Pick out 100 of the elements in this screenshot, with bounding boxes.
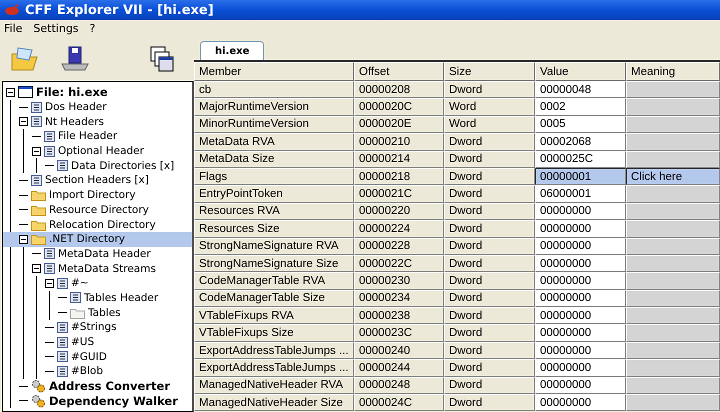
column-header[interactable]: Member <box>194 62 354 81</box>
table-cell[interactable]: 00000000 <box>535 290 626 308</box>
table-cell[interactable] <box>626 98 720 116</box>
folder-icon <box>31 189 46 202</box>
table-cell: 0000023C <box>354 324 444 342</box>
menu-item[interactable]: ? <box>90 22 96 35</box>
tree-item[interactable]: Dependency Walker <box>3 393 192 408</box>
tree-item[interactable]: #~ <box>3 276 192 291</box>
table-cell: Dword <box>444 272 535 290</box>
table-cell[interactable] <box>626 133 720 151</box>
column-header[interactable]: Size <box>444 62 535 81</box>
table-cell: Flags <box>194 168 354 186</box>
table-cell[interactable] <box>626 290 720 308</box>
table-cell[interactable] <box>626 272 720 290</box>
table-cell[interactable]: 00000000 <box>535 342 626 360</box>
tree-item[interactable]: Data Directories [x] <box>3 158 192 174</box>
tree-item[interactable]: #Strings <box>3 320 192 335</box>
collapse-icon[interactable] <box>32 146 41 156</box>
table-cell[interactable] <box>626 324 720 342</box>
tree-item[interactable]: #Blob <box>3 364 192 379</box>
table-cell: 0000022C <box>354 254 444 272</box>
table-cell[interactable]: 00000000 <box>535 254 626 272</box>
table-cell: 00000234 <box>354 290 444 308</box>
table-cell[interactable] <box>626 116 720 134</box>
tree-item[interactable]: File Header <box>3 129 192 144</box>
table-cell: ExportAddressTableJumps ... <box>194 342 354 360</box>
window-icon <box>18 86 33 98</box>
table-cell[interactable]: 00000000 <box>535 359 626 377</box>
table-cell[interactable]: 00000000 <box>535 324 626 342</box>
table-cell[interactable] <box>626 81 720 98</box>
tree-item[interactable]: Resource Directory <box>3 202 192 218</box>
document-icon <box>70 292 81 304</box>
table-cell: ManagedNativeHeader RVA <box>194 376 354 394</box>
table-cell[interactable]: 00000000 <box>535 376 626 394</box>
app-icon <box>4 4 20 16</box>
tree-item[interactable]: Tables <box>3 305 192 320</box>
table-cell: Dword <box>444 359 535 377</box>
collapse-icon[interactable] <box>19 117 28 126</box>
folder-icon <box>31 204 46 216</box>
table-cell[interactable] <box>626 220 720 238</box>
document-icon <box>44 130 55 142</box>
table-cell: 00000240 <box>354 342 444 360</box>
tree-item[interactable]: MetaData Streams <box>3 261 192 276</box>
document-icon <box>44 248 55 260</box>
table-cell[interactable] <box>626 150 720 168</box>
windows-icon[interactable] <box>150 46 174 72</box>
column-header[interactable]: Value <box>535 62 626 81</box>
table-cell[interactable]: 00000000 <box>535 202 626 220</box>
column-header[interactable]: Meaning <box>626 62 720 81</box>
table-cell[interactable]: Click here <box>626 168 720 186</box>
table-cell: Dword <box>444 81 535 98</box>
table-cell[interactable]: 00000048 <box>535 81 626 98</box>
document-icon <box>57 160 68 172</box>
table-cell: Dword <box>444 342 535 360</box>
menu-item[interactable]: Settings <box>33 22 79 35</box>
document-icon <box>57 366 68 377</box>
table-cell: 00000214 <box>354 150 444 168</box>
table-cell[interactable]: 00000000 <box>535 220 626 238</box>
table-cell[interactable] <box>626 185 720 203</box>
open-folder-icon[interactable] <box>10 46 40 72</box>
tree-item[interactable]: MetaData Header <box>3 246 192 262</box>
tree-item[interactable]: Nt Headers <box>3 114 192 130</box>
tree-item[interactable]: Section Headers [x] <box>3 173 192 188</box>
table-cell[interactable] <box>626 254 720 272</box>
table-cell[interactable]: 0005 <box>535 116 626 134</box>
document-icon <box>44 263 55 274</box>
table-cell[interactable] <box>626 376 720 394</box>
table-cell[interactable]: 00000000 <box>535 238 626 255</box>
menu-item[interactable]: File <box>4 22 22 35</box>
column-header[interactable]: Offset <box>354 62 444 81</box>
collapse-icon[interactable] <box>19 234 28 244</box>
table-cell[interactable]: 00000001 <box>535 168 626 186</box>
collapse-icon[interactable] <box>45 278 54 288</box>
tree-item[interactable]: File: hi.exe <box>3 85 192 100</box>
table-cell[interactable]: 0002 <box>535 98 626 116</box>
collapse-icon[interactable] <box>6 88 15 97</box>
table-cell[interactable]: 00000000 <box>535 272 626 290</box>
table-cell[interactable]: 00000000 <box>535 394 626 412</box>
table-cell[interactable] <box>626 307 720 324</box>
tree-item[interactable]: #US <box>3 334 192 350</box>
table-cell[interactable] <box>626 238 720 255</box>
tree-item[interactable]: Relocation Directory <box>3 217 192 232</box>
tree-item[interactable]: Dos Header <box>3 100 192 114</box>
tree-item[interactable]: Import Directory <box>3 188 192 202</box>
tree-item[interactable]: Address Converter <box>3 378 192 394</box>
table-cell[interactable]: 0000025C <box>535 150 626 168</box>
table-cell[interactable] <box>626 394 720 412</box>
table-cell[interactable]: 06000001 <box>535 185 626 203</box>
table-cell[interactable]: 00002068 <box>535 133 626 151</box>
tree-item[interactable]: Optional Header <box>3 144 192 158</box>
tab[interactable]: hi.exe <box>200 41 264 60</box>
save-icon[interactable] <box>60 46 90 72</box>
tree-item[interactable]: Tables Header <box>3 290 192 306</box>
table-cell[interactable] <box>626 359 720 377</box>
table-cell[interactable]: 00000000 <box>535 307 626 324</box>
tree-item[interactable]: .NET Directory <box>3 232 192 247</box>
table-cell[interactable] <box>626 202 720 220</box>
tree-item[interactable]: #GUID <box>3 349 192 364</box>
table-cell[interactable] <box>626 342 720 360</box>
collapse-icon[interactable] <box>32 264 41 274</box>
